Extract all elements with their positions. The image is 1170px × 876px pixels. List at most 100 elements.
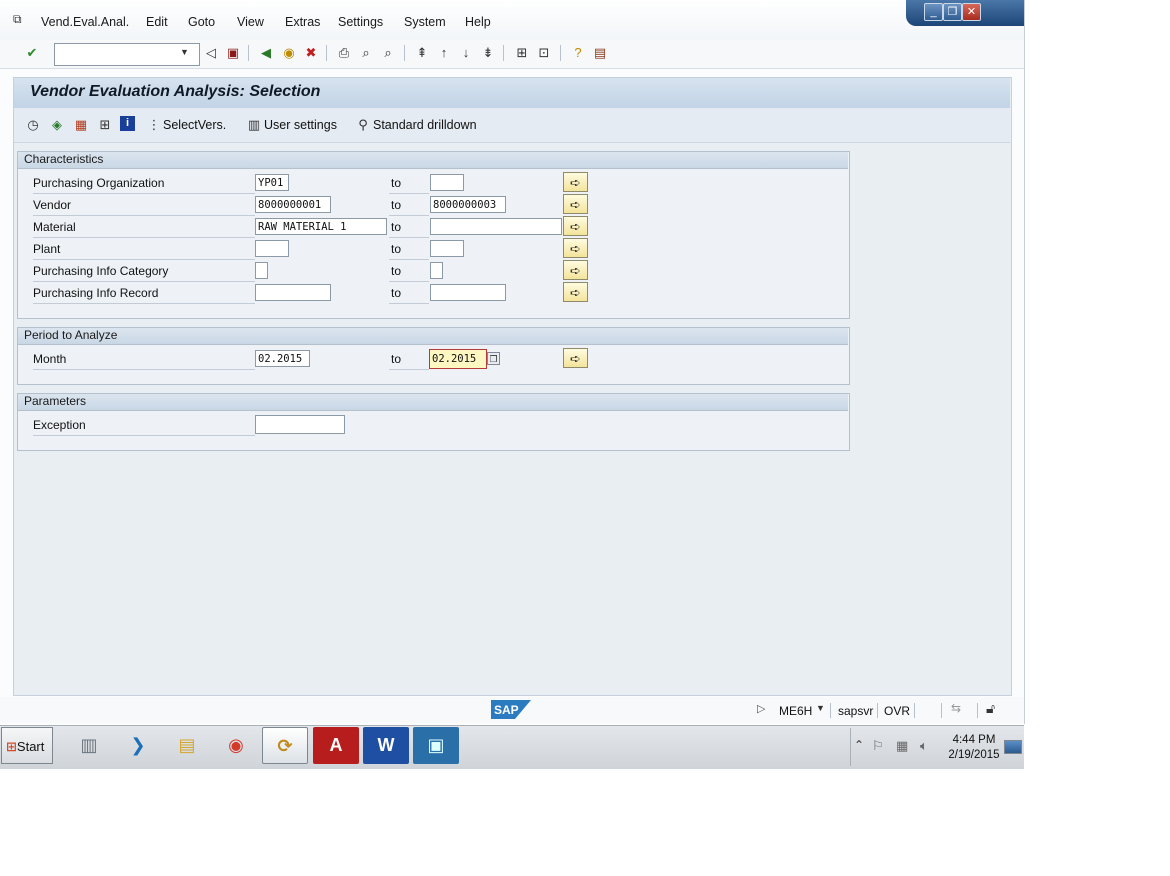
info-record-label: Purchasing Info Record	[33, 286, 255, 304]
transaction-dropdown-icon[interactable]: ▼	[816, 703, 825, 713]
layout-menu-icon[interactable]: ▤	[591, 44, 609, 62]
menu-system[interactable]: System	[404, 15, 446, 29]
purchasing-org-from-input[interactable]: YP01	[255, 174, 289, 191]
menu-help[interactable]: Help	[465, 15, 491, 29]
security-lock-icon[interactable]: 🔓︎	[986, 700, 995, 717]
network-icon[interactable]: ▦	[896, 738, 908, 754]
material-multiple-selection-button[interactable]: ➪	[563, 216, 588, 236]
user-settings-icon[interactable]: ▥	[245, 116, 263, 134]
last-page-icon[interactable]: ⇟	[479, 44, 497, 62]
explorer-folder-icon[interactable]: ▤	[164, 727, 210, 764]
status-expand-icon[interactable]: ▷	[757, 702, 765, 715]
start-label: Start	[16, 739, 45, 754]
print-icon[interactable]: ⎙	[335, 44, 353, 62]
menu-settings[interactable]: Settings	[338, 15, 383, 29]
purchasing-org-multiple-selection-button[interactable]: ➪	[563, 172, 588, 192]
powershell-icon[interactable]: ❯	[115, 727, 161, 764]
find-next-icon[interactable]: ⌕	[379, 44, 397, 62]
plant-label: Plant	[33, 242, 255, 260]
start-button[interactable]: ⊞Start	[1, 727, 53, 764]
action-center-flag-icon[interactable]: ⚐	[872, 738, 884, 754]
vendor-multiple-selection-button[interactable]: ➪	[563, 194, 588, 214]
volume-icon[interactable]: 🔈︎	[920, 738, 928, 754]
close-window-button[interactable]: ✕	[962, 3, 981, 21]
info-record-to-input[interactable]	[430, 284, 506, 301]
chrome-icon[interactable]: ◉	[213, 727, 259, 764]
characteristics-header	[18, 152, 848, 169]
collapse-icon[interactable]: ◁	[202, 44, 220, 62]
status-separator	[941, 703, 942, 718]
characteristics-title: Characteristics	[24, 152, 104, 166]
standard-drilldown-button[interactable]: Standard drilldown	[373, 118, 477, 132]
exception-label: Exception	[33, 418, 255, 436]
purchasing-org-to-input[interactable]	[430, 174, 464, 191]
clock-date: 2/19/2015	[948, 749, 1000, 761]
vendor-label: Vendor	[33, 198, 255, 216]
exception-input[interactable]	[255, 415, 345, 434]
plant-multiple-selection-button[interactable]: ➪	[563, 238, 588, 258]
acrobat-icon[interactable]: A	[313, 727, 359, 764]
vendor-from-input[interactable]: 8000000001	[255, 196, 331, 213]
toolbar-separator	[503, 45, 504, 61]
select-versions-icon[interactable]: ⋮	[145, 116, 163, 134]
user-settings-button[interactable]: User settings	[264, 118, 337, 132]
sap-logon-icon[interactable]: ⟳	[262, 727, 308, 764]
status-separator	[977, 703, 978, 718]
select-versions-button[interactable]: SelectVers.	[163, 118, 226, 132]
info-record-from-input[interactable]	[255, 284, 331, 301]
find-icon[interactable]: ⌕	[357, 44, 375, 62]
shortcut-icon[interactable]: ⊡	[535, 44, 553, 62]
save-icon[interactable]: ▣	[224, 44, 242, 62]
cancel-icon[interactable]: ✖	[302, 44, 320, 62]
parameters-header	[18, 394, 848, 411]
clock[interactable]: 4:44 PM 2/19/2015	[944, 733, 1004, 763]
month-multiple-selection-button[interactable]: ➪	[563, 348, 588, 368]
next-page-icon[interactable]: ↓	[457, 44, 475, 62]
first-page-icon[interactable]: ⇞	[413, 44, 431, 62]
plant-from-input[interactable]	[255, 240, 289, 257]
restore-button[interactable]: ❐	[943, 3, 962, 21]
execute-icon[interactable]: ◷	[24, 116, 42, 134]
vendor-to-input[interactable]: 8000000003	[430, 196, 506, 213]
toolbar-separator	[248, 45, 249, 61]
server-manager-icon[interactable]: ▥	[66, 727, 112, 764]
material-to-input[interactable]	[430, 218, 562, 235]
menu-view[interactable]: View	[237, 15, 264, 29]
word-icon[interactable]: W	[363, 727, 409, 764]
info-icon[interactable]: i	[120, 116, 135, 131]
previous-page-icon[interactable]: ↑	[435, 44, 453, 62]
value-help-icon[interactable]: ❐	[487, 352, 500, 365]
info-category-multiple-selection-button[interactable]: ➪	[563, 260, 588, 280]
exit-icon[interactable]: ◉	[280, 44, 298, 62]
toolbar-separator	[326, 45, 327, 61]
enter-icon[interactable]: ✔	[23, 44, 41, 62]
back-icon[interactable]: ◀	[257, 44, 275, 62]
dynamic-selection-icon[interactable]: ⊞	[96, 116, 114, 134]
month-label: Month	[33, 352, 255, 370]
image-viewer-icon[interactable]: ▣	[413, 727, 459, 764]
help-icon[interactable]: ?	[569, 44, 587, 62]
new-session-icon[interactable]: ⊞	[513, 44, 531, 62]
menu-vend-eval-anal[interactable]: Vend.Eval.Anal.	[41, 15, 129, 29]
standard-drilldown-icon[interactable]: ⚲	[354, 116, 372, 134]
month-to-input[interactable]: 02.2015	[429, 349, 487, 369]
show-hidden-icons-icon[interactable]: ⌃	[854, 738, 864, 752]
material-from-input[interactable]: RAW MATERIAL 1	[255, 218, 387, 235]
clock-time: 4:44 PM	[952, 734, 996, 746]
to-label: to	[391, 286, 402, 300]
window-menu-icon[interactable]: ⧉	[13, 12, 27, 26]
plant-to-input[interactable]	[430, 240, 464, 257]
info-category-from-input[interactable]	[255, 262, 268, 279]
menu-edit[interactable]: Edit	[146, 15, 168, 29]
minimize-button[interactable]: _	[924, 3, 943, 21]
info-record-multiple-selection-button[interactable]: ➪	[563, 282, 588, 302]
toolbar-separator	[404, 45, 405, 61]
month-from-input[interactable]: 02.2015	[255, 350, 310, 367]
show-desktop-button[interactable]	[1004, 740, 1022, 754]
command-dropdown-icon[interactable]: ▼	[176, 43, 193, 62]
info-category-to-input[interactable]	[430, 262, 443, 279]
menu-goto[interactable]: Goto	[188, 15, 215, 29]
drilldown-icon[interactable]: ◈	[48, 116, 66, 134]
save-variant-icon[interactable]: ▦	[72, 116, 90, 134]
menu-extras[interactable]: Extras	[285, 15, 320, 29]
